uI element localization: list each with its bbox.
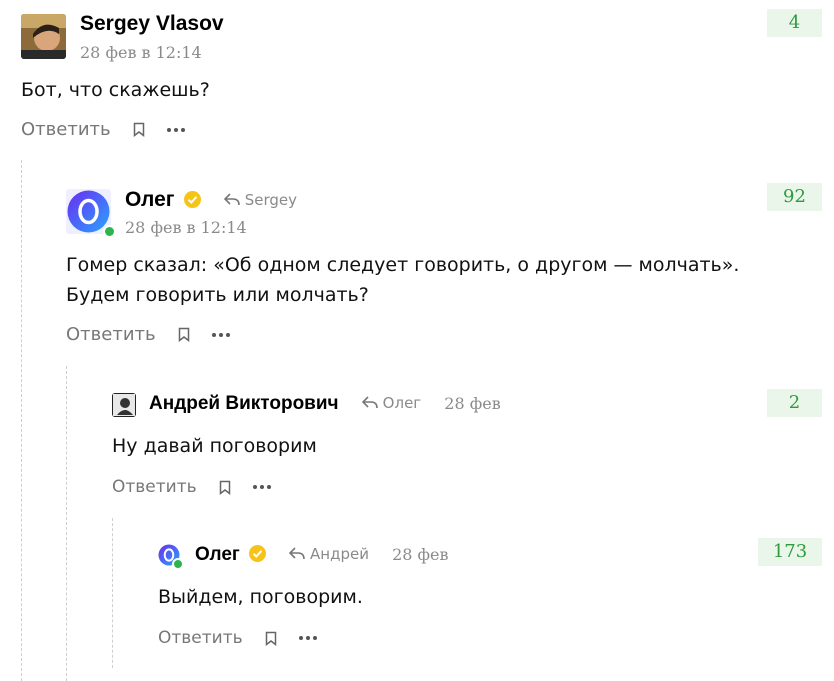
verified-check-icon <box>248 545 266 562</box>
bookmark-icon[interactable] <box>178 327 190 342</box>
comment-text: Ну давай поговорим <box>112 435 317 457</box>
more-dots-icon[interactable] <box>252 485 271 489</box>
reply-arrow-icon <box>289 547 305 560</box>
comment-text: Будем говорить или молчать? <box>66 284 369 306</box>
comment-text: Бот, что скажешь? <box>21 79 210 101</box>
avatar[interactable] <box>112 393 136 417</box>
reply-to-name[interactable]: Андрей <box>310 545 369 563</box>
comment-date[interactable]: 28 фев <box>444 394 500 413</box>
score-badge[interactable]: 2 <box>767 389 822 417</box>
reply-to[interactable]: Андрей <box>289 545 369 563</box>
avatar[interactable] <box>21 14 66 59</box>
reply-button[interactable]: Ответить <box>112 477 197 497</box>
comment: Олег Андрей 28 фев 173 Выйдем, поговорим… <box>158 538 822 668</box>
author-name[interactable]: Sergey Vlasov <box>80 12 224 35</box>
thread-line <box>112 518 113 668</box>
comment-text: Выйдем, поговорим. <box>158 586 363 608</box>
bookmark-icon[interactable] <box>219 480 231 495</box>
comment-date[interactable]: 28 фев <box>392 545 448 564</box>
comment: Sergey Vlasov 28 фев в 12:14 4 Бот, что … <box>21 0 822 160</box>
author-name[interactable]: Олег <box>125 188 175 211</box>
bookmark-icon[interactable] <box>265 631 277 646</box>
thread-line <box>66 366 67 681</box>
reply-button[interactable]: Ответить <box>158 628 243 648</box>
reply-arrow-icon <box>361 396 378 409</box>
thread-line <box>21 160 22 681</box>
comment-text: Гомер сказал: «Об одном следует говорить… <box>66 254 740 276</box>
author-name[interactable]: Андрей Викторович <box>149 393 339 414</box>
verified-check-icon <box>183 191 201 208</box>
author-name[interactable]: Олег <box>195 544 240 565</box>
comment-date[interactable]: 28 фев в 12:14 <box>125 218 247 237</box>
reply-button[interactable]: Ответить <box>21 119 111 140</box>
online-indicator <box>103 225 116 238</box>
reply-to-name[interactable]: Олег <box>383 394 422 412</box>
more-dots-icon[interactable] <box>298 636 317 640</box>
more-dots-icon[interactable] <box>211 332 230 337</box>
score-badge[interactable]: 92 <box>767 183 822 211</box>
bookmark-icon[interactable] <box>133 122 145 137</box>
comment-date[interactable]: 28 фев в 12:14 <box>80 43 202 62</box>
reply-to-name[interactable]: Sergey <box>245 191 297 209</box>
reply-button[interactable]: Ответить <box>66 324 156 345</box>
score-badge[interactable]: 173 <box>758 538 822 566</box>
online-indicator <box>172 558 184 570</box>
reply-to[interactable]: Sergey <box>223 191 297 209</box>
more-dots-icon[interactable] <box>166 127 185 132</box>
comment: Андрей Викторович Олег 28 фев 2 Ну давай… <box>112 387 822 507</box>
reply-arrow-icon <box>223 193 240 206</box>
score-badge[interactable]: 4 <box>767 9 822 37</box>
reply-to[interactable]: Олег <box>361 394 422 412</box>
comment: Олег Sergey 28 фев в 12:14 92 Гомер сказ… <box>66 180 822 366</box>
